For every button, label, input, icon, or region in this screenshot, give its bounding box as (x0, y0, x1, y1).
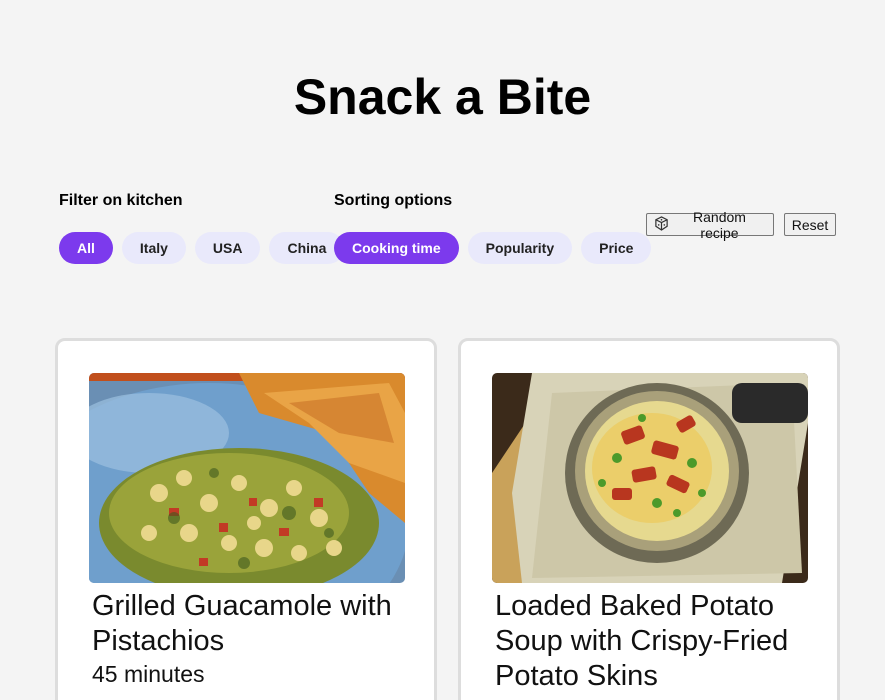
recipe-title: Grilled Guacamole with Pistachios (92, 590, 392, 657)
recipe-image-guacamole (89, 373, 405, 583)
filter-label: Filter on kitchen (59, 192, 183, 209)
recipe-card[interactable]: Grilled Guacamole with Pistachios 45 min… (55, 338, 437, 700)
page: Snack a Bite Filter on kitchen All Italy… (0, 0, 885, 700)
random-recipe-button[interactable]: Random recipe (646, 209, 774, 241)
kitchen-filter-group: All Italy USA China (59, 232, 345, 264)
sorting-label: Sorting options (334, 192, 453, 209)
recipe-image-potato-soup (492, 373, 808, 583)
page-title: Snack a Bite (293, 69, 592, 125)
sort-popularity-button[interactable]: Popularity (467, 232, 573, 264)
filter-usa-button[interactable]: USA (194, 232, 261, 264)
sort-price-button[interactable]: Price (581, 232, 652, 264)
random-recipe-label: Random recipe (693, 208, 746, 241)
filter-italy-button[interactable]: Italy (121, 232, 186, 264)
dice-icon (654, 215, 669, 234)
recipe-title: Loaded Baked Potato Soup with Crispy-Fri… (495, 590, 789, 692)
recipe-card[interactable]: Loaded Baked Potato Soup with Crispy-Fri… (458, 338, 840, 700)
recipe-cooking-time: 45 minutes (92, 661, 205, 687)
sorting-group: Cooking time Popularity Price (334, 232, 652, 264)
reset-button[interactable]: Reset (784, 213, 836, 236)
filter-all-button[interactable]: All (59, 232, 113, 264)
sort-cooking-time-button[interactable]: Cooking time (334, 232, 459, 264)
